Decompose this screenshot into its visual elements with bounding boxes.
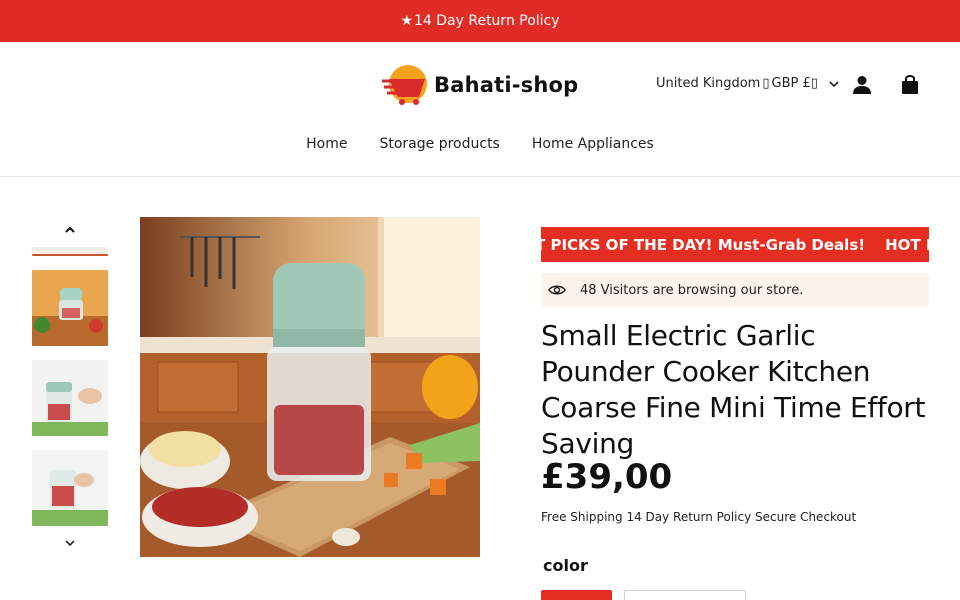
chevron-down-icon	[829, 80, 839, 87]
logo-text: Bahati-shop	[434, 73, 579, 97]
star-icon: ★	[400, 13, 413, 29]
thumbs-down-arrow-icon[interactable]	[62, 535, 78, 551]
main-nav: Home Storage products Home Appliances	[0, 136, 960, 152]
product-title: Small Electric Garlic Pounder Cooker Kit…	[541, 319, 926, 460]
country-label: United Kingdom	[656, 76, 761, 91]
eye-icon	[548, 285, 566, 295]
account-icon[interactable]	[851, 74, 873, 96]
visitors-text: 48 Visitors are browsing our store.	[580, 282, 804, 298]
thumbnail-3[interactable]	[32, 450, 108, 526]
logo[interactable]: Bahati-shop	[380, 62, 578, 108]
color-option-label: color	[543, 556, 588, 575]
currency-label: GBP £	[771, 76, 811, 91]
hot-deals-banner: T PICKS OF THE DAY! Must-Grab Deals! HOT…	[541, 227, 929, 262]
perks-line: Free Shipping 14 Day Return Policy Secur…	[541, 510, 857, 524]
thumbnail-2[interactable]	[32, 360, 108, 436]
hot-deals-text-repeat: HOT PICKS	[885, 235, 929, 254]
thumbs-up-arrow-icon[interactable]	[62, 222, 78, 238]
currency-flag-icon: ▯	[810, 76, 818, 91]
announcement-text: 14 Day Return Policy	[414, 13, 560, 29]
nav-home[interactable]: Home	[306, 136, 347, 152]
separator-icon: ▯	[762, 76, 770, 91]
hot-deals-text: T PICKS OF THE DAY! Must-Grab Deals!	[541, 235, 866, 254]
color-swatch[interactable]	[624, 590, 746, 600]
cart-icon[interactable]	[899, 74, 921, 96]
locale-selector[interactable]: United Kingdom ▯ GBP £ ▯	[656, 76, 840, 91]
visitors-notice: 48 Visitors are browsing our store.	[541, 273, 929, 307]
logo-cart-icon	[382, 65, 427, 105]
nav-storage-products[interactable]: Storage products	[379, 136, 499, 152]
nav-home-appliances[interactable]: Home Appliances	[532, 136, 654, 152]
site-header: Bahati-shop United Kingdom ▯ GBP £ ▯ Hom…	[0, 42, 960, 177]
thumbnail-partial[interactable]	[32, 244, 108, 256]
thumbnail-1[interactable]	[32, 270, 108, 346]
color-swatch-selected[interactable]	[541, 590, 612, 600]
announcement-bar: ★ 14 Day Return Policy	[0, 0, 960, 42]
main-product-image[interactable]	[140, 217, 480, 557]
product-price: £39,00	[541, 457, 673, 497]
